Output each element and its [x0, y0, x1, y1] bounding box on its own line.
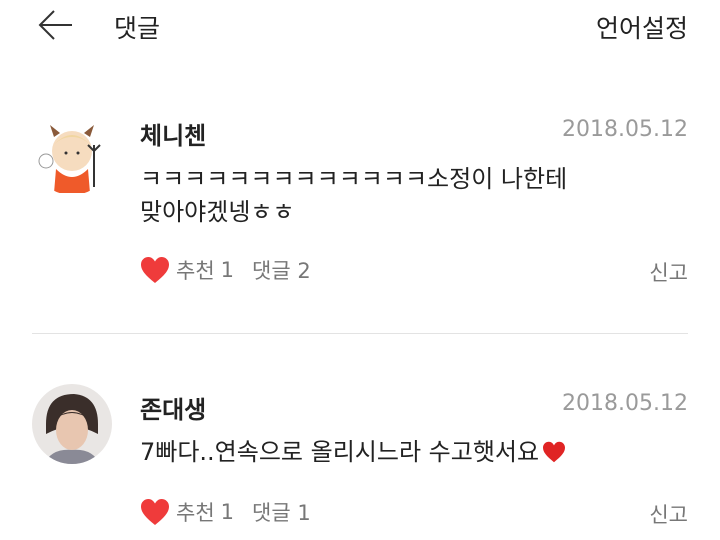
- comment-text: ㅋㅋㅋㅋㅋㅋㅋㅋㅋㅋㅋㅋㅋ소정이 나한테 맞아야겠넹ㅎㅎ: [140, 163, 660, 229]
- avatar[interactable]: [32, 115, 112, 195]
- reply-button[interactable]: 댓글 2: [252, 255, 311, 285]
- comment-actions: 추천 1 댓글 2: [140, 253, 311, 287]
- comment-text-line: ㅋㅋㅋㅋㅋㅋㅋㅋㅋㅋㅋㅋㅋ소정이 나한테: [140, 165, 568, 193]
- comment-text-line: 7빠다..연속으로 올리시느라 수고햇서요: [140, 438, 540, 466]
- red-heart-emoji-icon: [541, 439, 567, 463]
- report-button[interactable]: 신고: [649, 257, 688, 287]
- language-setting-button[interactable]: 언어설정: [596, 9, 688, 45]
- back-arrow-icon[interactable]: [36, 8, 76, 42]
- comment-author[interactable]: 존대생: [140, 390, 206, 425]
- comment-date: 2018.05.12: [562, 117, 688, 142]
- comment-date: 2018.05.12: [562, 391, 688, 416]
- top-bar: 댓글 언어설정: [0, 0, 720, 50]
- like-label[interactable]: 추천: [176, 255, 215, 285]
- page-title: 댓글: [114, 14, 161, 43]
- comment-author[interactable]: 체니첸: [140, 116, 206, 151]
- like-label[interactable]: 추천: [176, 497, 215, 527]
- comment-text-line: 맞아야겠넹ㅎㅎ: [140, 198, 295, 226]
- comment-actions: 추천 1 댓글 1: [140, 495, 311, 529]
- comment-text: 7빠다..연속으로 올리시느라 수고햇서요: [140, 436, 660, 469]
- reply-button[interactable]: 댓글 1: [252, 497, 311, 527]
- report-button[interactable]: 신고: [649, 499, 688, 529]
- like-count: 1: [220, 500, 235, 524]
- heart-icon[interactable]: [140, 256, 170, 284]
- divider: [32, 333, 688, 334]
- heart-icon[interactable]: [140, 498, 170, 526]
- like-count: 1: [220, 258, 235, 282]
- avatar[interactable]: [32, 384, 112, 464]
